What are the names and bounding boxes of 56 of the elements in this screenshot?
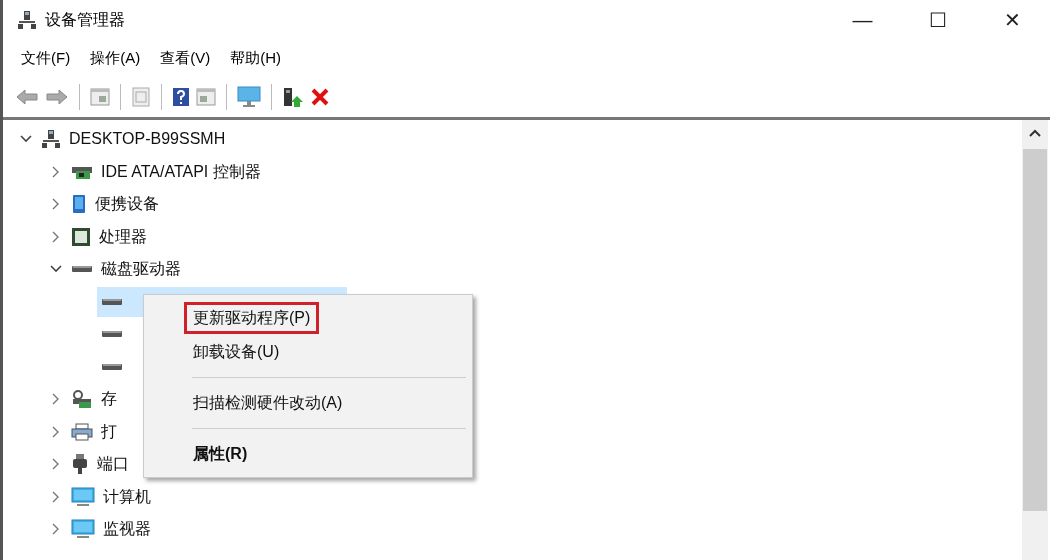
menu-item[interactable]: 帮助(H) [222, 46, 289, 70]
tree-label: 监视器 [103, 519, 151, 540]
context-menu-item[interactable]: 扫描检测硬件改动(A) [184, 387, 352, 419]
remove-icon[interactable] [310, 86, 330, 107]
tree-item[interactable]: 端口 [67, 449, 133, 480]
context-menu-item[interactable]: 属性(R) [184, 438, 257, 470]
back-arrow-icon[interactable] [15, 86, 39, 107]
tree-item[interactable]: 计算机 [67, 481, 155, 512]
tree-item[interactable]: 存 [67, 384, 121, 415]
tree-label: 便携设备 [95, 194, 159, 215]
portable-device-icon [71, 194, 87, 215]
tree-item[interactable]: 打 [67, 416, 121, 447]
context-menu-item[interactable]: 卸载设备(U) [184, 336, 289, 368]
printer-icon [71, 422, 93, 441]
monitor-icon [71, 518, 95, 541]
tree-item[interactable]: 便携设备 [67, 189, 163, 220]
storage-controller-icon [71, 389, 93, 410]
tree-item[interactable]: DESKTOP-B99SSMH [37, 124, 230, 155]
close-button[interactable]: ✕ [975, 0, 1050, 40]
disk-drive-icon [101, 296, 123, 307]
tree-label: 处理器 [99, 226, 147, 247]
tree-label: DESKTOP-B99SSMH [69, 129, 226, 150]
monitor-icon[interactable] [237, 85, 261, 108]
context-menu-item[interactable]: 更新驱动程序(P) [184, 302, 320, 334]
disk-drive-icon [71, 264, 93, 275]
tree-label: 计算机 [103, 486, 151, 507]
disk-drive-icon [101, 361, 123, 372]
tree-item[interactable]: 监视器 [67, 514, 155, 545]
help-icon[interactable] [172, 86, 190, 107]
tree-label: IDE ATA/ATAPI 控制器 [101, 161, 261, 182]
processor-icon [71, 226, 91, 247]
menu-item[interactable]: 文件(F) [13, 46, 79, 70]
disk-drive-icon [101, 329, 123, 340]
network-computer-icon [17, 10, 37, 30]
minimize-button[interactable]: — [825, 0, 900, 40]
maximize-button[interactable]: ☐ [900, 0, 975, 40]
monitor-icon [71, 485, 95, 508]
scrollbar[interactable] [1022, 120, 1048, 560]
pane-icon[interactable] [196, 87, 216, 106]
tree-item[interactable]: 磁盘驱动器 [67, 254, 185, 285]
menu-item[interactable]: 操作(A) [82, 46, 149, 70]
port-connector-icon [71, 453, 89, 476]
window-title: 设备管理器 [45, 10, 125, 30]
tree-item[interactable]: 处理器 [67, 221, 151, 252]
tree-label: 存 [101, 389, 117, 410]
tree-label: 磁盘驱动器 [101, 259, 181, 280]
scrollbar-thumb[interactable] [1023, 149, 1047, 511]
tree-item[interactable]: IDE ATA/ATAPI 控制器 [67, 156, 265, 187]
pane-icon[interactable] [90, 87, 110, 106]
scroll-up-icon[interactable] [1029, 129, 1041, 137]
menu-item[interactable]: 查看(V) [152, 46, 219, 70]
tree-label: 打 [101, 421, 117, 442]
network-computer-icon [41, 129, 61, 150]
forward-arrow-icon[interactable] [45, 86, 69, 107]
update-driver-icon[interactable] [282, 85, 304, 108]
tree-label: 端口 [97, 454, 129, 475]
